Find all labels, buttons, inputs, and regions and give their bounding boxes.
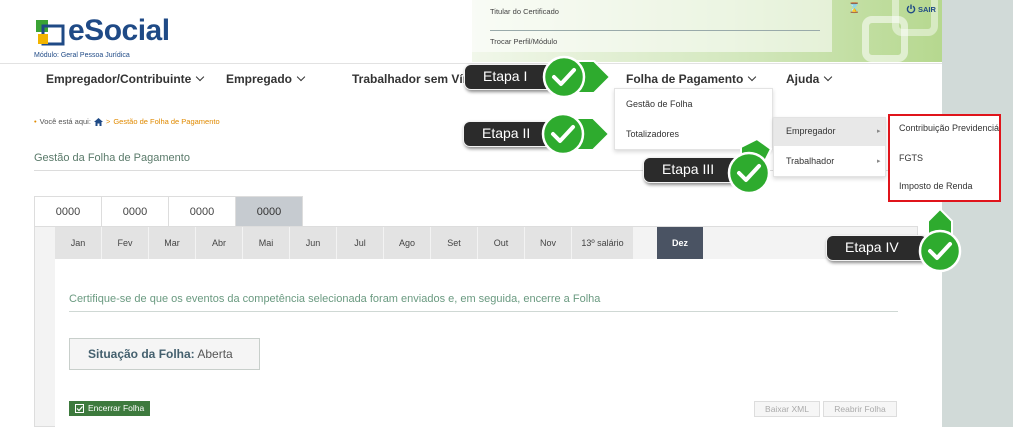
hourglass-icon: ⌛ — [848, 3, 861, 14]
breadcrumb-current[interactable]: Gestão de Folha de Pagamento — [113, 117, 219, 126]
logo-subtitle: Módulo: Geral Pessoa Jurídica — [34, 52, 130, 59]
baixar-xml-button[interactable]: Baixar XML — [754, 401, 820, 417]
status-value: Aberta — [197, 347, 233, 361]
tab-month[interactable]: Mai — [243, 227, 290, 259]
nav-label: Folha de Pagamento — [626, 72, 744, 86]
tab-month[interactable]: Jun — [290, 227, 337, 259]
chevron-right-icon: ▸ — [877, 128, 881, 135]
tab-year[interactable]: 0000 — [34, 196, 102, 226]
certificate-panel: Titular do Certificado Trocar Perfil/Mód… — [472, 0, 942, 62]
nav-label: Empregador/Contribuinte — [46, 72, 192, 86]
nav-item-trabalhador-sem-vinculo[interactable]: Trabalhador sem Vínc — [352, 72, 477, 86]
encerrar-folha-button[interactable]: Encerrar Folha — [69, 401, 151, 416]
status-label: Situação da Folha: — [88, 347, 195, 361]
certificate-label: Titular do Certificado — [490, 7, 559, 16]
tab-year[interactable]: 0000 — [101, 196, 169, 226]
header: eSocial Módulo: Geral Pessoa Jurídica Ti… — [0, 0, 942, 62]
menu-item-contribuicao-previdenciaria[interactable]: Contribuição Previdenciária — [899, 123, 999, 133]
etapa-label: Etapa IV — [826, 235, 928, 261]
tab-year-active[interactable]: 0000 — [235, 196, 303, 226]
power-icon — [906, 4, 916, 14]
menu-item-totalizadores[interactable]: Totalizadores — [626, 129, 679, 139]
reabrir-folha-button[interactable]: Reabrir Folha — [823, 401, 897, 417]
menu-item-empregador[interactable]: Empregador — [786, 126, 836, 136]
nav-item-ajuda[interactable]: Ajuda — [786, 72, 833, 86]
instruction-text: Certifique-se de que os eventos da compe… — [69, 293, 601, 305]
breadcrumb-prefix: Você está aqui: — [39, 117, 91, 126]
change-profile-link[interactable]: Trocar Perfil/Módulo — [490, 37, 557, 46]
empregador-submenu: Contribuição Previdenciária FGTS Imposto… — [888, 114, 1001, 202]
tab-month[interactable]: Set — [431, 227, 478, 259]
tab-month[interactable]: Ago — [384, 227, 431, 259]
menu-item-gestao-de-folha[interactable]: Gestão de Folha — [626, 99, 693, 109]
tab-month[interactable]: Jul — [337, 227, 384, 259]
bullet: • — [34, 117, 37, 126]
logout-label: SAIR — [918, 4, 936, 14]
logo-mark-icon — [36, 20, 65, 46]
tab-month[interactable]: Out — [478, 227, 525, 259]
breadcrumb-separator: > — [105, 117, 111, 126]
chevron-down-icon — [296, 72, 306, 82]
nav-label: Empregado — [226, 72, 293, 86]
check-arrow-icon — [918, 207, 962, 273]
chevron-down-icon — [196, 72, 205, 82]
menu-item-imposto-de-renda[interactable]: Imposto de Renda — [899, 181, 973, 191]
nav-item-folha-de-pagamento[interactable]: Folha de Pagamento — [626, 72, 757, 86]
check-arrow-icon — [541, 112, 611, 156]
status-box: Situação da Folha: Aberta — [69, 338, 260, 370]
page-title: Gestão da Folha de Pagamento — [34, 152, 190, 164]
chevron-down-icon — [824, 72, 833, 82]
chevron-right-icon: ▸ — [877, 158, 881, 165]
logo-text: eSocial — [68, 14, 170, 47]
check-arrow-icon — [542, 55, 612, 99]
menu-item-fgts[interactable]: FGTS — [899, 153, 923, 163]
encerrar-label: Encerrar Folha — [88, 403, 145, 413]
totalizadores-submenu: Empregador ▸ Trabalhador ▸ — [773, 117, 886, 177]
nav-item-empregador[interactable]: Empregador/Contribuinte — [46, 72, 205, 86]
tab-month[interactable]: Fev — [102, 227, 149, 259]
chevron-down-icon — [748, 72, 757, 82]
tab-month-active[interactable]: Dez — [657, 227, 704, 259]
breadcrumb: • Você está aqui: > Gestão de Folha de P… — [34, 117, 220, 126]
tab-month[interactable]: Nov — [525, 227, 572, 259]
checkbox-icon — [75, 404, 84, 413]
divider — [69, 311, 898, 312]
nav-item-empregado[interactable]: Empregado — [226, 72, 306, 86]
tab-month[interactable]: Mar — [149, 227, 196, 259]
home-icon[interactable] — [93, 117, 103, 126]
tab-month[interactable]: Jan — [55, 227, 102, 259]
nav-label: Trabalhador sem Vínc — [352, 72, 477, 86]
nav-label: Ajuda — [786, 72, 820, 86]
check-arrow-icon — [727, 137, 773, 195]
menu-item-trabalhador[interactable]: Trabalhador — [786, 156, 834, 166]
tab-month[interactable]: 13º salário — [572, 227, 634, 259]
logout-button[interactable]: SAIR — [906, 3, 936, 15]
certificate-divider — [490, 30, 820, 31]
tab-year[interactable]: 0000 — [168, 196, 236, 226]
tab-month[interactable]: Abr — [196, 227, 243, 259]
